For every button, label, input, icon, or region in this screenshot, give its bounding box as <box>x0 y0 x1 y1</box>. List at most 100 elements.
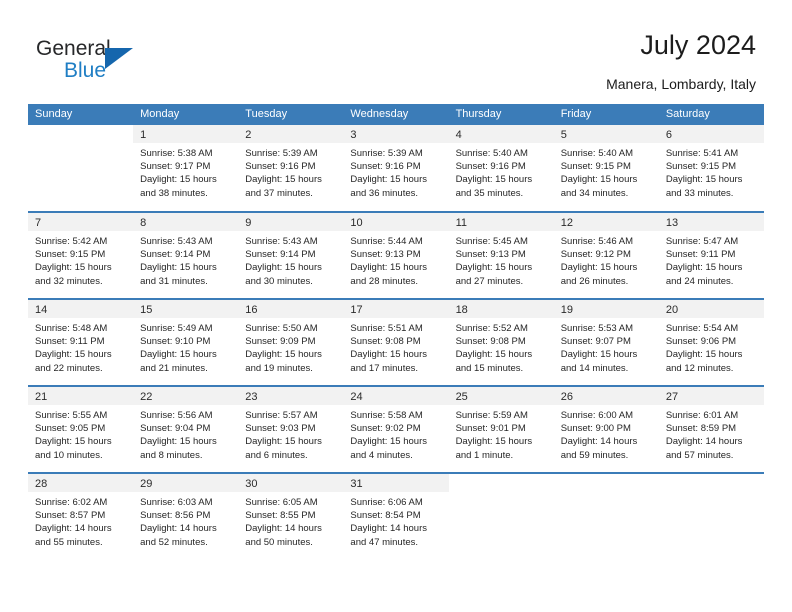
calendar-day-cell[interactable]: 10 Sunrise: 5:44 AM Sunset: 9:13 PM Dayligh… <box>343 211 449 299</box>
calendar-day-cell[interactable]: 13 Sunrise: 5:47 AM Sunset: 9:11 PM Dayligh… <box>658 211 764 299</box>
daylight-text-line2: and 27 minutes. <box>455 275 524 287</box>
calendar-day-cell[interactable]: 17 Sunrise: 5:51 AM Sunset: 9:08 PM Dayligh… <box>343 298 449 386</box>
calendar-day-cell[interactable]: 29 Sunrise: 6:03 AM Sunset: 8:56 PM Dayligh… <box>133 472 239 560</box>
calendar-day-cell[interactable]: 8 Sunrise: 5:43 AM Sunset: 9:14 PM Daylight… <box>133 211 239 299</box>
day-details: Sunrise: 5:49 AM Sunset: 9:10 PM Daylight:… <box>133 318 238 375</box>
day-number <box>658 474 764 492</box>
calendar-day-cell[interactable]: 24 Sunrise: 5:58 AM Sunset: 9:02 PM Dayligh… <box>343 385 449 473</box>
day-number: 25 <box>448 387 554 405</box>
daylight-text-line2: and 17 minutes. <box>350 362 419 374</box>
calendar-day-cell[interactable]: 9 Sunrise: 5:43 AM Sunset: 9:14 PM Daylight… <box>238 211 344 299</box>
calendar-day-cell-empty <box>658 472 764 560</box>
day-number: 29 <box>133 474 239 492</box>
calendar-day-cell[interactable]: 14 Sunrise: 5:48 AM Sunset: 9:11 PM Dayligh… <box>28 298 134 386</box>
day-number: 7 <box>28 213 134 231</box>
calendar-day-cell[interactable]: 31 Sunrise: 6:06 AM Sunset: 8:54 PM Dayligh… <box>343 472 449 560</box>
calendar-day-cell[interactable]: 6 Sunrise: 5:41 AM Sunset: 9:15 PM Daylight… <box>658 125 764 212</box>
calendar-day-cell[interactable]: 3 Sunrise: 5:39 AM Sunset: 9:16 PM Daylight… <box>343 125 449 212</box>
calendar-day-cell-empty <box>28 125 134 212</box>
daylight-text-line1: Daylight: 15 hours <box>245 262 322 274</box>
day-number: 5 <box>553 125 659 143</box>
calendar-day-cell[interactable]: 23 Sunrise: 5:57 AM Sunset: 9:03 PM Dayligh… <box>238 385 344 473</box>
sunset-text: Sunset: 9:16 PM <box>455 161 526 173</box>
page-header: General Blue July 2024 Manera, Lombardy,… <box>0 28 792 100</box>
calendar-day-cell[interactable]: 11 Sunrise: 5:45 AM Sunset: 9:13 PM Dayligh… <box>448 211 554 299</box>
day-number: 30 <box>238 474 344 492</box>
calendar-day-cell[interactable]: 15 Sunrise: 5:49 AM Sunset: 9:10 PM Dayligh… <box>133 298 239 386</box>
sunset-text: Sunset: 9:06 PM <box>665 336 737 348</box>
sunrise-text: Sunrise: 5:40 AM <box>455 148 528 159</box>
daylight-text-line2: and 1 minute. <box>455 449 514 461</box>
calendar-day-cell[interactable]: 18 Sunrise: 5:52 AM Sunset: 9:08 PM Dayligh… <box>448 298 554 386</box>
general-blue-logo[interactable]: General Blue <box>36 36 176 92</box>
day-number <box>448 474 554 492</box>
calendar-day-cell[interactable]: 16 Sunrise: 5:50 AM Sunset: 9:09 PM Dayligh… <box>238 298 344 386</box>
daylight-text-line2: and 59 minutes. <box>560 449 629 461</box>
weekday-header-tuesday: Tuesday <box>238 104 344 125</box>
daylight-text-line2: and 8 minutes. <box>140 449 203 461</box>
daylight-text-line1: Daylight: 15 hours <box>35 436 112 448</box>
sunrise-text: Sunrise: 5:52 AM <box>455 323 528 334</box>
calendar-day-cell[interactable]: 26 Sunrise: 6:00 AM Sunset: 9:00 PM Dayligh… <box>553 385 659 473</box>
daylight-text-line2: and 38 minutes. <box>140 187 208 199</box>
calendar-day-cell[interactable]: 22 Sunrise: 5:56 AM Sunset: 9:04 PM Dayligh… <box>133 385 239 473</box>
day-number: 18 <box>448 300 554 318</box>
sunset-text: Sunset: 9:02 PM <box>350 423 421 435</box>
calendar-week-row: 21 Sunrise: 5:55 AM Sunset: 9:05 PM Dayligh… <box>28 385 764 473</box>
daylight-text-line1: Daylight: 15 hours <box>560 262 638 274</box>
sunrise-text: Sunrise: 5:51 AM <box>350 323 423 334</box>
calendar-day-cell[interactable]: 7 Sunrise: 5:42 AM Sunset: 9:15 PM Daylight… <box>28 211 134 299</box>
day-number <box>28 125 134 143</box>
day-details: Sunrise: 5:42 AM Sunset: 9:15 PM Daylight:… <box>28 231 133 288</box>
day-details: Sunrise: 5:40 AM Sunset: 9:16 PM Daylight:… <box>449 143 554 200</box>
sunset-text: Sunset: 9:15 PM <box>35 249 106 261</box>
sunrise-text: Sunrise: 6:02 AM <box>35 497 108 508</box>
calendar-day-cell[interactable]: 25 Sunrise: 5:59 AM Sunset: 9:01 PM Dayligh… <box>448 385 554 473</box>
calendar-day-cell[interactable]: 30 Sunrise: 6:05 AM Sunset: 8:55 PM Dayligh… <box>238 472 344 560</box>
calendar-day-cell[interactable]: 5 Sunrise: 5:40 AM Sunset: 9:15 PM Daylight… <box>553 125 659 212</box>
calendar-day-cell[interactable]: 27 Sunrise: 6:01 AM Sunset: 8:59 PM Dayligh… <box>658 385 764 473</box>
calendar-week-row: 7 Sunrise: 5:42 AM Sunset: 9:15 PM Daylight… <box>28 211 764 299</box>
day-details: Sunrise: 5:59 AM Sunset: 9:01 PM Daylight:… <box>449 405 554 462</box>
sunset-text: Sunset: 9:05 PM <box>35 423 106 435</box>
calendar-day-cell[interactable]: 1 Sunrise: 5:38 AM Sunset: 9:17 PM Daylight… <box>133 125 239 212</box>
sunrise-text: Sunrise: 6:01 AM <box>665 410 739 421</box>
calendar-day-cell[interactable]: 20 Sunrise: 5:54 AM Sunset: 9:06 PM Dayligh… <box>658 298 764 386</box>
day-details: Sunrise: 6:02 AM Sunset: 8:57 PM Daylight:… <box>28 492 133 549</box>
daylight-text-line1: Daylight: 15 hours <box>35 262 112 274</box>
daylight-text-line1: Daylight: 14 hours <box>560 436 638 448</box>
day-number: 24 <box>343 387 449 405</box>
sunset-text: Sunset: 9:13 PM <box>455 249 526 261</box>
calendar-day-cell[interactable]: 12 Sunrise: 5:46 AM Sunset: 9:12 PM Dayligh… <box>553 211 659 299</box>
calendar-day-cell-empty <box>553 472 659 560</box>
sunrise-text: Sunrise: 5:39 AM <box>350 148 423 159</box>
weekday-header-wednesday: Wednesday <box>343 104 449 125</box>
sunset-text: Sunset: 9:01 PM <box>455 423 526 435</box>
calendar-day-cell[interactable]: 28 Sunrise: 6:02 AM Sunset: 8:57 PM Dayligh… <box>28 472 134 560</box>
calendar-day-cell[interactable]: 21 Sunrise: 5:55 AM Sunset: 9:05 PM Dayligh… <box>28 385 134 473</box>
day-number: 11 <box>448 213 554 231</box>
weekday-header-row: Sunday Monday Tuesday Wednesday Thursday… <box>28 104 764 125</box>
day-number: 20 <box>658 300 764 318</box>
sunrise-text: Sunrise: 5:43 AM <box>140 236 213 247</box>
sunrise-text: Sunrise: 5:57 AM <box>245 410 318 421</box>
sunrise-text: Sunrise: 5:54 AM <box>665 323 739 334</box>
sunrise-text: Sunrise: 5:46 AM <box>560 236 634 247</box>
day-details: Sunrise: 5:43 AM Sunset: 9:14 PM Daylight:… <box>238 231 343 288</box>
sunset-text: Sunset: 9:11 PM <box>35 336 105 348</box>
daylight-text-line1: Daylight: 14 hours <box>35 523 112 535</box>
sunrise-text: Sunrise: 5:39 AM <box>245 148 318 159</box>
daylight-text-line1: Daylight: 15 hours <box>665 174 743 186</box>
sunset-text: Sunset: 9:11 PM <box>665 249 736 261</box>
sunset-text: Sunset: 9:08 PM <box>350 336 421 348</box>
sunrise-text: Sunrise: 6:03 AM <box>140 497 213 508</box>
calendar-day-cell[interactable]: 19 Sunrise: 5:53 AM Sunset: 9:07 PM Dayligh… <box>553 298 659 386</box>
calendar-day-cell[interactable]: 4 Sunrise: 5:40 AM Sunset: 9:16 PM Daylight… <box>448 125 554 212</box>
daylight-text-line2: and 19 minutes. <box>245 362 313 374</box>
daylight-text-line1: Daylight: 15 hours <box>35 349 112 361</box>
day-number: 26 <box>553 387 659 405</box>
daylight-text-line2: and 35 minutes. <box>455 187 524 199</box>
calendar-day-cell[interactable]: 2 Sunrise: 5:39 AM Sunset: 9:16 PM Daylight… <box>238 125 344 212</box>
day-number: 15 <box>133 300 239 318</box>
sunrise-text: Sunrise: 5:53 AM <box>560 323 634 334</box>
